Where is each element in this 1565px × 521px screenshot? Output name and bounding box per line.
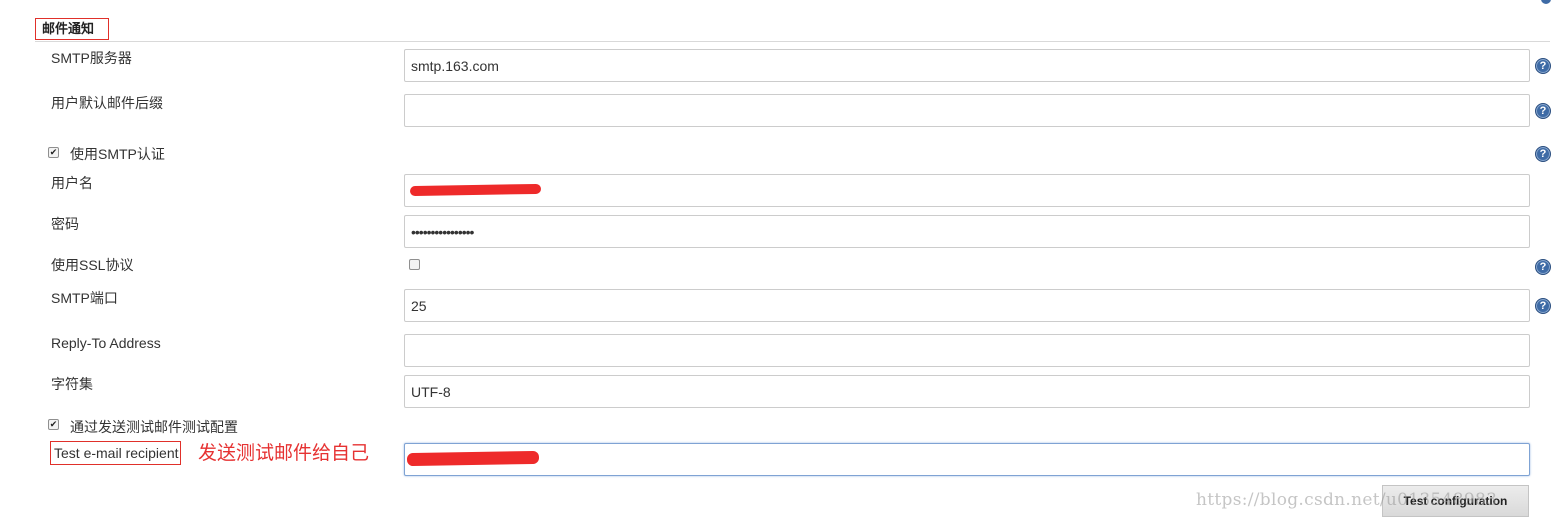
smtp-server-label: SMTP服务器 [51, 50, 132, 66]
watermark: https://blog.csdn.net/u013548983 [1196, 490, 1498, 510]
username-label: 用户名 [51, 175, 93, 191]
smtp-auth-checkbox[interactable]: ✔ [48, 147, 59, 158]
smtp-port-help-icon[interactable]: ? [1535, 298, 1551, 314]
smtp-server-help-icon[interactable]: ? [1535, 58, 1551, 74]
ssl-label: 使用SSL协议 [51, 257, 134, 273]
smtp-server-input[interactable] [404, 49, 1530, 82]
smtp-port-label: SMTP端口 [51, 290, 118, 306]
ssl-help-icon[interactable]: ? [1535, 259, 1551, 275]
default-suffix-input[interactable] [404, 94, 1530, 127]
username-input[interactable] [404, 174, 1530, 207]
test-email-checkbox[interactable]: ✔ [48, 419, 59, 430]
test-recipient-input[interactable] [404, 443, 1530, 476]
ssl-checkbox[interactable] [409, 259, 420, 270]
smtp-port-input[interactable] [404, 289, 1530, 322]
test-recipient-label: Test e-mail recipient [50, 441, 181, 465]
help-icon-partial [1541, 0, 1551, 4]
default-suffix-label: 用户默认邮件后缀 [51, 95, 163, 111]
charset-input[interactable] [404, 375, 1530, 408]
reply-to-label: Reply-To Address [51, 335, 161, 351]
password-label: 密码 [51, 216, 79, 232]
smtp-auth-label: 使用SMTP认证 [70, 146, 165, 162]
section-title: 邮件通知 [35, 18, 109, 40]
smtp-auth-help-icon[interactable]: ? [1535, 146, 1551, 162]
password-input[interactable] [404, 215, 1530, 248]
default-suffix-help-icon[interactable]: ? [1535, 103, 1551, 119]
test-email-label: 通过发送测试邮件测试配置 [70, 419, 238, 435]
annotation-note: 发送测试邮件给自己 [198, 442, 370, 464]
redaction-mark [406, 450, 540, 467]
charset-label: 字符集 [51, 376, 93, 392]
reply-to-input[interactable] [404, 334, 1530, 367]
section-divider [35, 41, 1550, 42]
